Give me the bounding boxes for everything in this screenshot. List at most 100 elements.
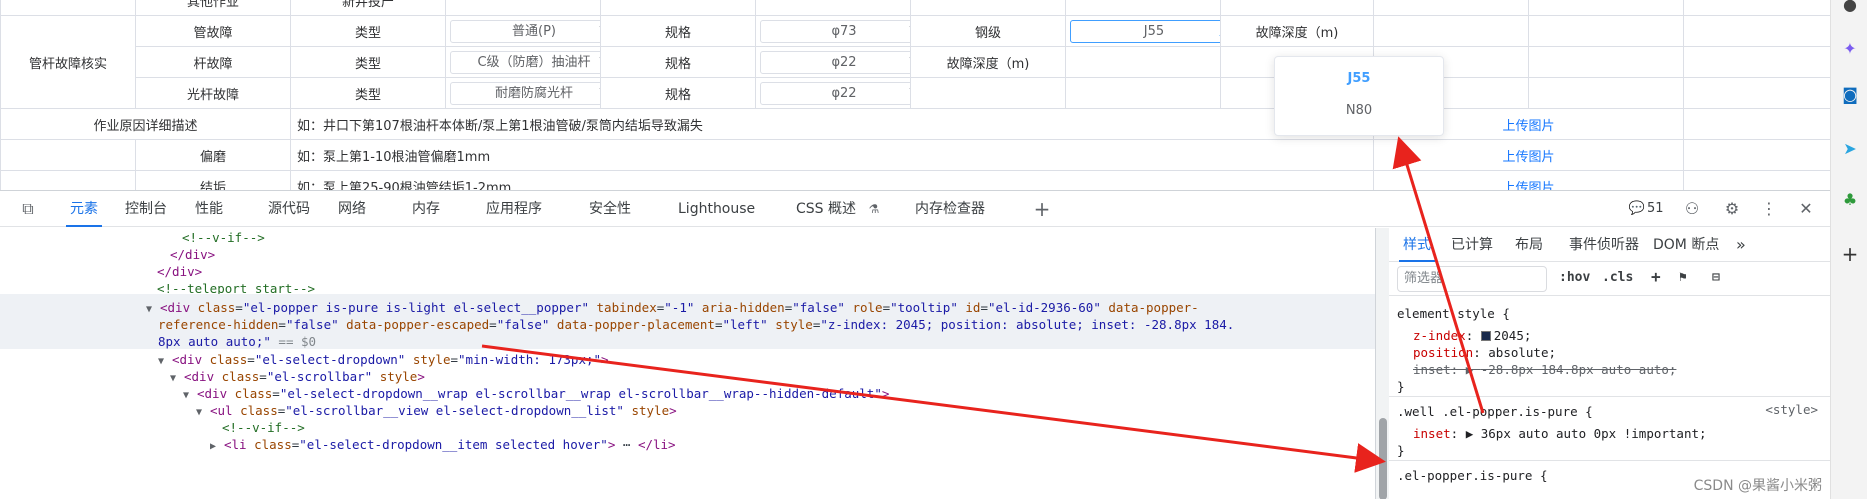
tab-memory-inspector[interactable]: 内存检查器 xyxy=(915,191,985,227)
polished-rod-type-select[interactable]: 耐磨防腐光杆﹀ xyxy=(450,81,600,105)
ellipsis-icon[interactable]: ⋯ xyxy=(615,437,638,452)
paint-brush-icon[interactable]: ⚑ xyxy=(1679,270,1687,285)
dom-tag: <ul xyxy=(210,403,241,418)
table-row: 杆故障 类型 C级（防磨）抽油杆﹀ 规格 φ22﹀ 故障深度（m) xyxy=(1,46,1830,78)
panel-scrollbar[interactable] xyxy=(1375,228,1389,499)
select-value: 普通(P) xyxy=(512,23,556,39)
more-tabs-icon[interactable]: » xyxy=(1736,228,1746,262)
customize-icon[interactable]: ⚇ xyxy=(1682,199,1702,219)
telegram-icon[interactable]: ➤ xyxy=(1839,138,1861,160)
depth-input-cell[interactable] xyxy=(1065,46,1221,78)
class-toggle-button[interactable]: .cls xyxy=(1602,270,1633,285)
dom-line[interactable]: ▶ <li class="el-select-dropdown__item sel… xyxy=(210,435,676,458)
css-declaration-overridden[interactable]: inset: ▶ -28.8px 184.8px auto auto; xyxy=(1413,360,1676,379)
dropdown-option[interactable]: J55 xyxy=(1275,63,1443,95)
tab-network[interactable]: 网络 xyxy=(338,191,366,227)
polished-rod-spec-select[interactable]: φ22﹀ xyxy=(760,81,910,105)
tab-styles[interactable]: 样式 xyxy=(1399,228,1435,262)
dom-attr: class xyxy=(221,369,260,384)
field-label: 规格 xyxy=(600,15,756,47)
upload-image-link[interactable]: 上传图片 xyxy=(1373,139,1684,171)
field-label: 钢级 xyxy=(910,15,1066,47)
pipe-grade-select[interactable]: J55︿ xyxy=(1070,19,1220,43)
new-rule-icon[interactable]: + xyxy=(1651,267,1661,286)
tab-css-overview[interactable]: CSS 概述 xyxy=(796,191,856,227)
css-selector[interactable]: .el-popper.is-pure { xyxy=(1397,466,1548,485)
expand-triangle-icon[interactable]: ▼ xyxy=(170,369,184,390)
scale-text[interactable]: 如：泵上第25-90根油管结垢1-2mm xyxy=(290,170,1374,190)
tab-layout[interactable]: 布局 xyxy=(1515,228,1543,262)
hover-state-button[interactable]: :hov xyxy=(1559,270,1590,285)
tab-elements[interactable]: 元素 xyxy=(66,191,102,227)
tree-icon[interactable]: ♣ xyxy=(1839,189,1861,211)
tab-memory[interactable]: 内存 xyxy=(412,191,440,227)
close-icon[interactable]: ✕ xyxy=(1796,199,1816,219)
expand-triangle-icon[interactable]: ▼ xyxy=(183,386,197,407)
dom-attr: role xyxy=(852,300,883,315)
select-value: φ73 xyxy=(831,23,857,39)
watermark: CSDN @果酱小米粥 xyxy=(1693,478,1822,494)
table-row: 光杆故障 类型 耐磨防腐光杆﹀ 规格 φ22﹀ xyxy=(1,77,1830,109)
css-value: -28.8px 184.8px auto auto; xyxy=(1480,362,1677,377)
upload-image-link[interactable]: 上传图片 xyxy=(1373,170,1684,190)
pipe-type-select[interactable]: 普通(P)﹀ xyxy=(450,19,600,43)
settings-gear-icon[interactable]: ⚙ xyxy=(1722,199,1742,219)
rod-type-select[interactable]: C级（防磨）抽油杆﹀ xyxy=(450,50,600,74)
tab-lighthouse[interactable]: Lighthouse xyxy=(678,191,755,227)
reason-text[interactable]: 如：井口下第107根油杆本体断/泵上第1根油管破/泵筒内结垢导致漏失 xyxy=(290,108,1374,140)
web-page: 其他作业 新井投产 管杆故障核实 管故障 类型 普通(P)﹀ 规格 φ73﹀ 钢… xyxy=(0,0,1830,190)
table-cell: 新井投产 xyxy=(290,0,446,16)
table-row: 结垢 如：泵上第25-90根油管结垢1-2mm 上传图片 xyxy=(0,170,1830,190)
select-dropdown: J55 N80 xyxy=(1274,56,1444,136)
tab-sources[interactable]: 源代码 xyxy=(268,191,310,227)
dom-value: "tooltip" xyxy=(890,300,958,315)
color-swatch-icon[interactable] xyxy=(1480,331,1491,341)
pipe-spec-select[interactable]: φ73﹀ xyxy=(760,19,910,43)
dom-tag: <div xyxy=(197,386,235,401)
scrollbar-thumb[interactable] xyxy=(1379,418,1387,499)
css-source-link[interactable]: <style> xyxy=(1765,402,1818,417)
expand-triangle-icon[interactable]: ▼ xyxy=(196,403,210,424)
table-cell: 其他作业 xyxy=(135,0,291,16)
dom-attr: style xyxy=(412,352,451,367)
devtools-tabbar: ⧉ 元素 控制台 性能 源代码 网络 内存 应用程序 安全性 Lighthous… xyxy=(0,191,1830,227)
css-selector[interactable]: element.style { xyxy=(1397,304,1510,323)
dom-value: "false" xyxy=(792,300,845,315)
sidebar-toggle-icon[interactable]: ⊟ xyxy=(1712,270,1720,285)
issues-count[interactable]: 51 xyxy=(1647,191,1664,227)
more-options-icon[interactable]: ⋮ xyxy=(1759,199,1779,219)
tab-dom-breakpoints[interactable]: DOM 断点 xyxy=(1653,228,1719,262)
field-label: 类型 xyxy=(290,77,446,109)
select-value: C级（防磨）抽油杆 xyxy=(477,54,591,70)
tab-event-listeners[interactable]: 事件侦听器 xyxy=(1569,228,1639,262)
css-selector[interactable]: .well .el-popper.is-pure { xyxy=(1397,402,1593,421)
dom-value: "el-id-2936-60" xyxy=(987,300,1101,315)
copilot-icon[interactable]: ✦ xyxy=(1839,38,1861,60)
rod-spec-select[interactable]: φ22﹀ xyxy=(760,50,910,74)
outlook-icon[interactable]: ◙ xyxy=(1839,84,1861,106)
dom-attr: class xyxy=(254,437,292,452)
field-label: 故障深度（m) xyxy=(1220,15,1374,47)
tab-application[interactable]: 应用程序 xyxy=(486,191,542,227)
tab-security[interactable]: 安全性 xyxy=(589,191,631,227)
css-declaration[interactable]: inset: ▶ 36px auto auto 0px !important; xyxy=(1413,424,1707,443)
device-toolbar-icon[interactable]: ⧉ xyxy=(18,199,38,219)
issues-icon[interactable]: 💬 xyxy=(1627,199,1647,219)
dropdown-option[interactable]: N80 xyxy=(1275,95,1443,127)
tab-console[interactable]: 控制台 xyxy=(125,191,167,227)
add-icon[interactable]: + xyxy=(1839,243,1861,265)
dom-comment: <!--v-if--> xyxy=(182,230,265,245)
collapse-triangle-icon[interactable]: ▶ xyxy=(210,437,224,458)
depth-input-cell[interactable] xyxy=(1373,15,1529,47)
dom-line[interactable]: reference-hidden="false" data-popper-esc… xyxy=(158,315,1234,336)
account-icon[interactable]: ● xyxy=(1839,0,1861,16)
wear-text[interactable]: 如：泵上第1-10根油管偏磨1mm xyxy=(290,139,1374,171)
row-label: 光杆故障 xyxy=(135,77,291,109)
tab-performance[interactable]: 性能 xyxy=(195,191,223,227)
add-tab-icon[interactable]: + xyxy=(1032,199,1052,219)
css-value: 36px auto auto 0px !important; xyxy=(1480,426,1707,441)
field-label: 故障深度（m) xyxy=(910,46,1066,78)
styles-filter-input[interactable]: 筛选器 xyxy=(1397,266,1547,292)
dom-value: "el-select-dropdown__wrap el-scrollbar__… xyxy=(279,386,882,401)
tab-computed[interactable]: 已计算 xyxy=(1451,228,1493,262)
